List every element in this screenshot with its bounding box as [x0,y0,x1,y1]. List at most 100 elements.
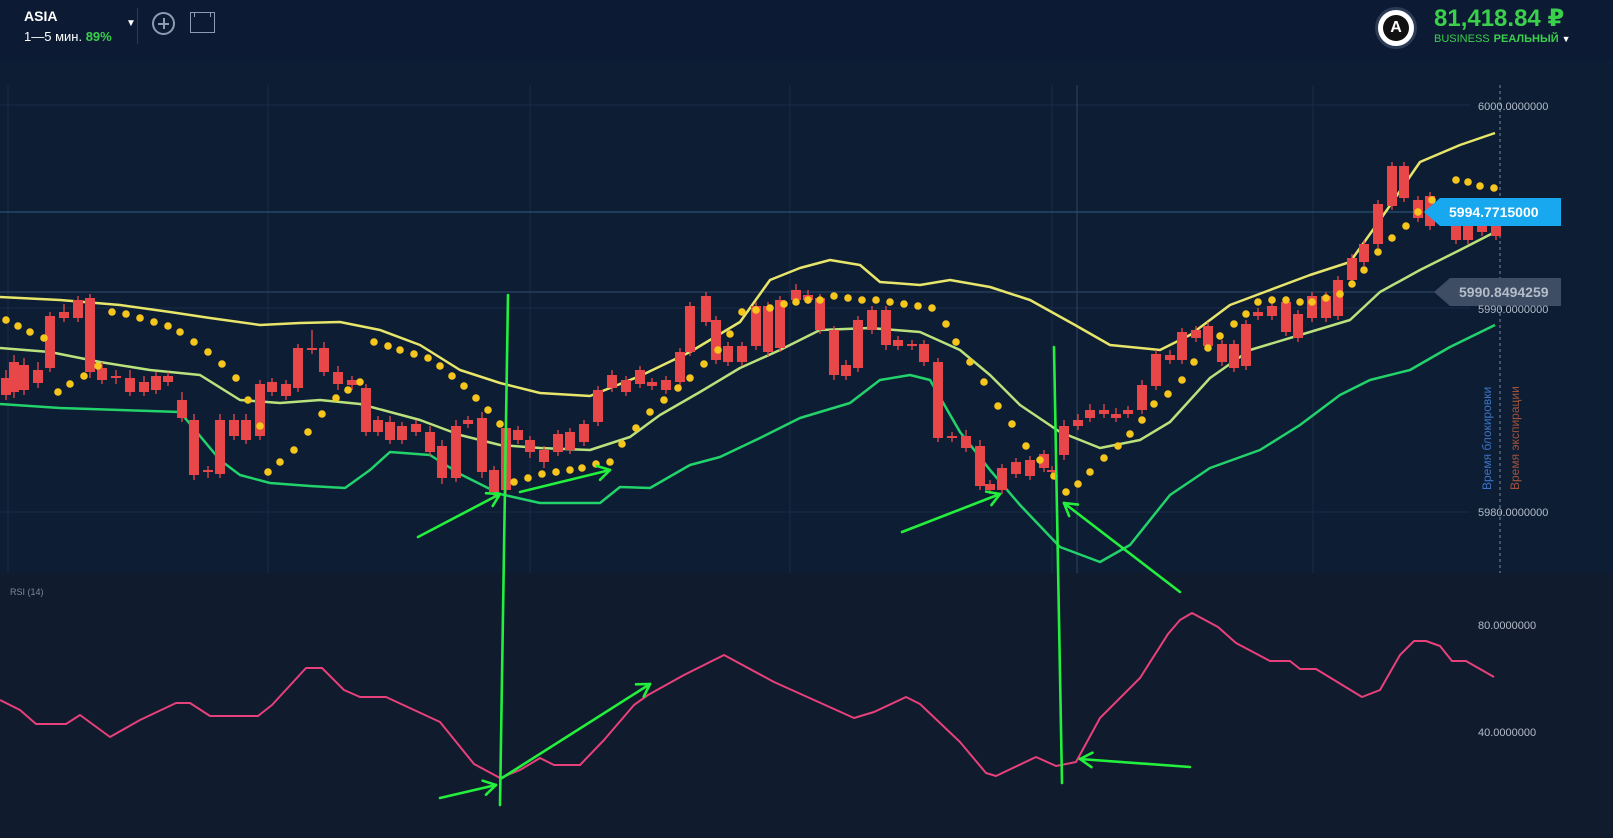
sar-dot [804,296,812,304]
bearish-candle [385,422,395,440]
price-tick: 6000.0000000 [1478,101,1549,113]
bearish-candle [539,450,549,462]
bearish-candle [347,380,357,385]
sar-dot [26,328,34,336]
account-selector[interactable]: BUSINESS РЕАЛЬНЫЙ ▼ [1434,33,1571,45]
sar-dot [108,308,116,316]
trading-chart[interactable] [0,60,1613,838]
bearish-candle [579,424,589,442]
bearish-candle [1229,344,1239,368]
bearish-candle [33,370,43,383]
sar-dot [632,424,640,432]
bearish-candle [961,436,971,448]
bearish-candle [635,370,645,384]
arrow-head [484,491,502,496]
rsi-tick: 40.0000000 [1478,727,1537,739]
sar-dot [150,318,158,326]
bearish-candle [1267,306,1277,316]
sar-dot [318,410,326,418]
bearish-candle [1059,426,1069,455]
sar-dot [1138,416,1146,424]
bearish-candle [1137,385,1147,410]
sar-dot [1216,332,1224,340]
sar-dot [1268,296,1276,304]
current-price-flag: 5994.7715000 [1424,198,1561,226]
bearish-candle [565,432,575,450]
asset-dropdown-icon[interactable]: ▼ [126,18,136,29]
sar-dot [40,334,48,342]
sar-dot [460,382,468,390]
bearish-candle [525,440,535,452]
bearish-candle [163,376,173,382]
bearish-candle [489,470,499,492]
sar-dot [136,314,144,322]
sar-dot [290,446,298,454]
bearish-candle [867,310,877,330]
bearish-candle [841,365,851,376]
sar-dot [54,388,62,396]
bearish-candle [1347,258,1357,280]
bearish-candle [1253,312,1263,316]
add-asset-button[interactable] [152,12,175,35]
sar-dot [566,466,574,474]
bearish-candle [189,420,199,475]
bearish-candle [1359,244,1369,262]
bearish-candle [593,390,603,422]
bearish-candle [293,348,303,388]
account-type: BUSINESS [1434,33,1490,45]
sar-dot [1414,208,1422,216]
sar-dot [218,360,226,368]
bearish-candle [1333,280,1343,316]
bearish-candle [151,376,161,390]
sar-dot [176,328,184,336]
bearish-candle [1491,226,1501,236]
sar-dot [204,348,212,356]
sar-dot [844,294,852,302]
bearish-candle [975,446,985,486]
asset-name[interactable]: ASIA [24,8,57,24]
bearish-candle [1241,324,1251,366]
sar-dot [436,362,444,370]
bearish-candle [97,368,107,380]
bearish-candle [723,346,733,362]
sar-dot [1322,294,1330,302]
account-dropdown-icon: ▼ [1561,34,1571,44]
sar-dot [1296,298,1304,306]
sar-dot [1464,178,1472,186]
sar-dot [244,396,252,404]
bearish-candle [553,434,563,452]
bearish-candle [85,298,95,372]
bearish-candle [1111,414,1121,418]
sar-dot [1074,480,1082,488]
sar-dot [914,302,922,310]
bearish-candle [621,380,631,392]
sar-dot [816,296,824,304]
sar-dot [1476,182,1484,190]
avatar[interactable]: A [1375,7,1417,49]
bearish-candle [451,426,461,478]
sar-dot [1402,222,1410,230]
sar-dot [410,350,418,358]
sar-dot [792,298,800,306]
rsi-tick: 80.0000000 [1478,620,1537,632]
sar-dot [384,342,392,350]
sar-dot [448,372,456,380]
bearish-candle [425,432,435,452]
bearish-candle [737,346,747,362]
sar-dot [1150,400,1158,408]
sar-dot [942,320,950,328]
sar-dot [726,330,734,338]
bearish-candle [319,348,329,372]
sar-dot [872,296,880,304]
chart-tools-icon[interactable] [190,12,215,33]
price-tick: 5980.0000000 [1478,507,1549,519]
bearish-candle [125,378,135,392]
sar-dot [1036,456,1044,464]
bearish-candle [411,424,421,432]
sar-dot [900,300,908,308]
bearish-candle [111,376,121,378]
sar-dot [966,358,974,366]
current-price: 5994.7715000 [1449,204,1539,220]
balance[interactable]: 81,418.84 ₽ [1434,4,1564,33]
block-time-label: Время блокировки [1480,386,1494,490]
